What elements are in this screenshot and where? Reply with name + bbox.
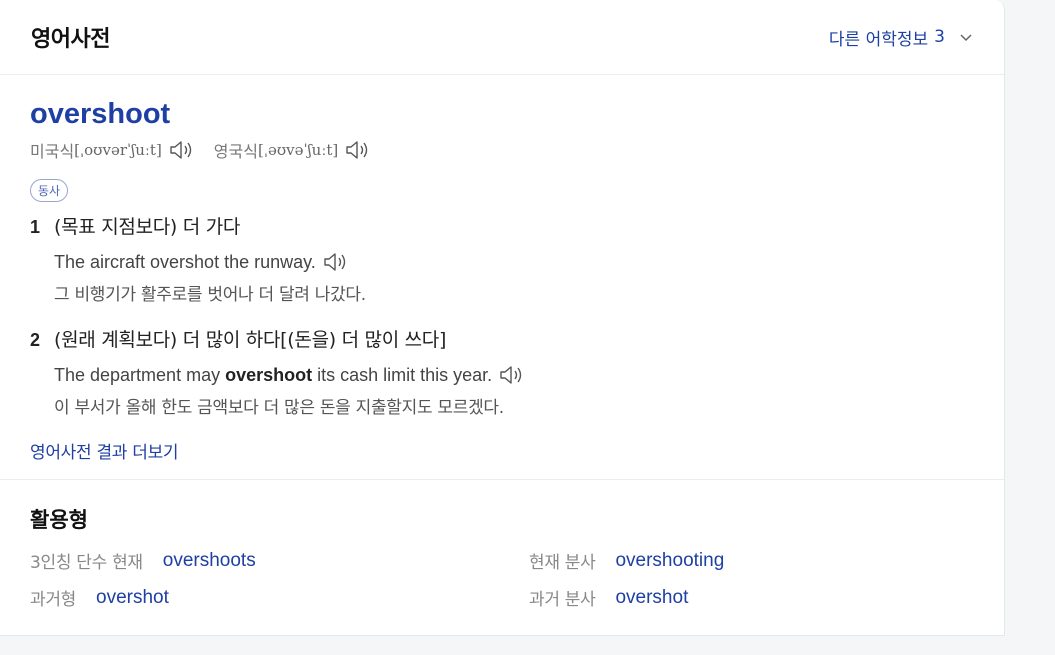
inflection-label: 과거 분사 [529, 590, 596, 610]
entry-section: overshoot 미국식 [ˌoʊvərˈʃuːt] 영국식 [ˌəʊvəˈʃ… [0, 75, 1004, 480]
example-ko: 그 비행기가 활주로를 벗어나 더 달려 나갔다. [54, 285, 366, 305]
section-title: 영어사전 [31, 27, 110, 52]
inflection-label: 현재 분사 [529, 553, 596, 573]
chevron-down-icon [960, 34, 972, 42]
inflection-label: 3인칭 단수 현재 [30, 553, 143, 573]
speaker-icon[interactable] [498, 364, 524, 386]
inflection-item: 과거 분사 overshot [529, 585, 974, 611]
inflection-item: 3인칭 단수 현재 overshoots [30, 548, 529, 574]
more-results-link[interactable]: 영어사전 결과 더보기 [30, 438, 974, 463]
example: The aircraft overshot the runway. 그 비행기가… [54, 251, 974, 306]
definition-number: 2 [30, 330, 41, 350]
inflection-value[interactable]: overshoots [163, 550, 256, 572]
inflection-item: 현재 분사 overshooting [529, 548, 974, 574]
definition-number: 1 [30, 217, 41, 237]
example-en-pre: The department may [54, 364, 226, 385]
other-language-info-count: 3 [934, 27, 945, 47]
pron-uk-label: 영국식 [213, 142, 258, 161]
speaker-icon[interactable] [344, 139, 370, 161]
pron-us-label: 미국식 [30, 142, 75, 161]
entry-word[interactable]: overshoot [30, 97, 974, 131]
pron-uk-ipa: [ˌəʊvəˈʃuːt] [257, 141, 339, 159]
other-language-info-label: 다른 어학정보 [828, 29, 929, 50]
inflection-label: 과거형 [30, 590, 77, 610]
pronunciation-row: 미국식 [ˌoʊvərˈʃuːt] 영국식 [ˌəʊvəˈʃuːt] [30, 137, 974, 163]
speaker-icon[interactable] [168, 139, 194, 161]
inflection-item: 과거형 overshot [30, 585, 529, 611]
card-header: 영어사전 다른 어학정보 3 [0, 0, 1004, 75]
inflections-grid: 3인칭 단수 현재 overshoots 현재 분사 overshooting … [30, 548, 974, 611]
speaker-icon[interactable] [322, 251, 348, 273]
definition-text: (목표 지점보다) 더 가다 [54, 216, 241, 238]
part-of-speech-badge: 동사 [30, 179, 69, 202]
example: The department may overshoot its cash li… [54, 364, 974, 418]
definition-item: 1 (목표 지점보다) 더 가다 The aircraft overshot t… [30, 212, 974, 305]
dictionary-card: 영어사전 다른 어학정보 3 overshoot 미국식 [ˌoʊvərˈʃuː… [0, 0, 1005, 636]
example-en-highlight: overshoot [225, 364, 313, 385]
definition-item: 2 (원래 계획보다) 더 많이 하다[(돈을) 더 많이 쓰다] The de… [30, 325, 974, 418]
example-en: The aircraft overshot the runway. [54, 251, 316, 272]
inflections-title: 활용형 [30, 508, 88, 532]
example-ko: 이 부서가 올해 한도 금액보다 더 많은 돈을 지출할지도 모르겠다. [54, 398, 504, 418]
inflections-section: 활용형 3인칭 단수 현재 overshoots 현재 분사 overshoot… [0, 480, 1004, 610]
other-language-info-button[interactable]: 다른 어학정보 3 [829, 25, 973, 50]
definition-text: (원래 계획보다) 더 많이 하다[(돈을) 더 많이 쓰다] [54, 329, 447, 351]
inflection-value[interactable]: overshooting [615, 550, 724, 572]
example-en: The department may overshoot its cash li… [54, 365, 492, 386]
example-en-post: its cash limit this year. [312, 364, 493, 385]
inflection-value[interactable]: overshot [615, 587, 688, 609]
inflection-value[interactable]: overshot [96, 587, 169, 609]
pron-us-ipa: [ˌoʊvərˈʃuːt] [74, 141, 162, 159]
